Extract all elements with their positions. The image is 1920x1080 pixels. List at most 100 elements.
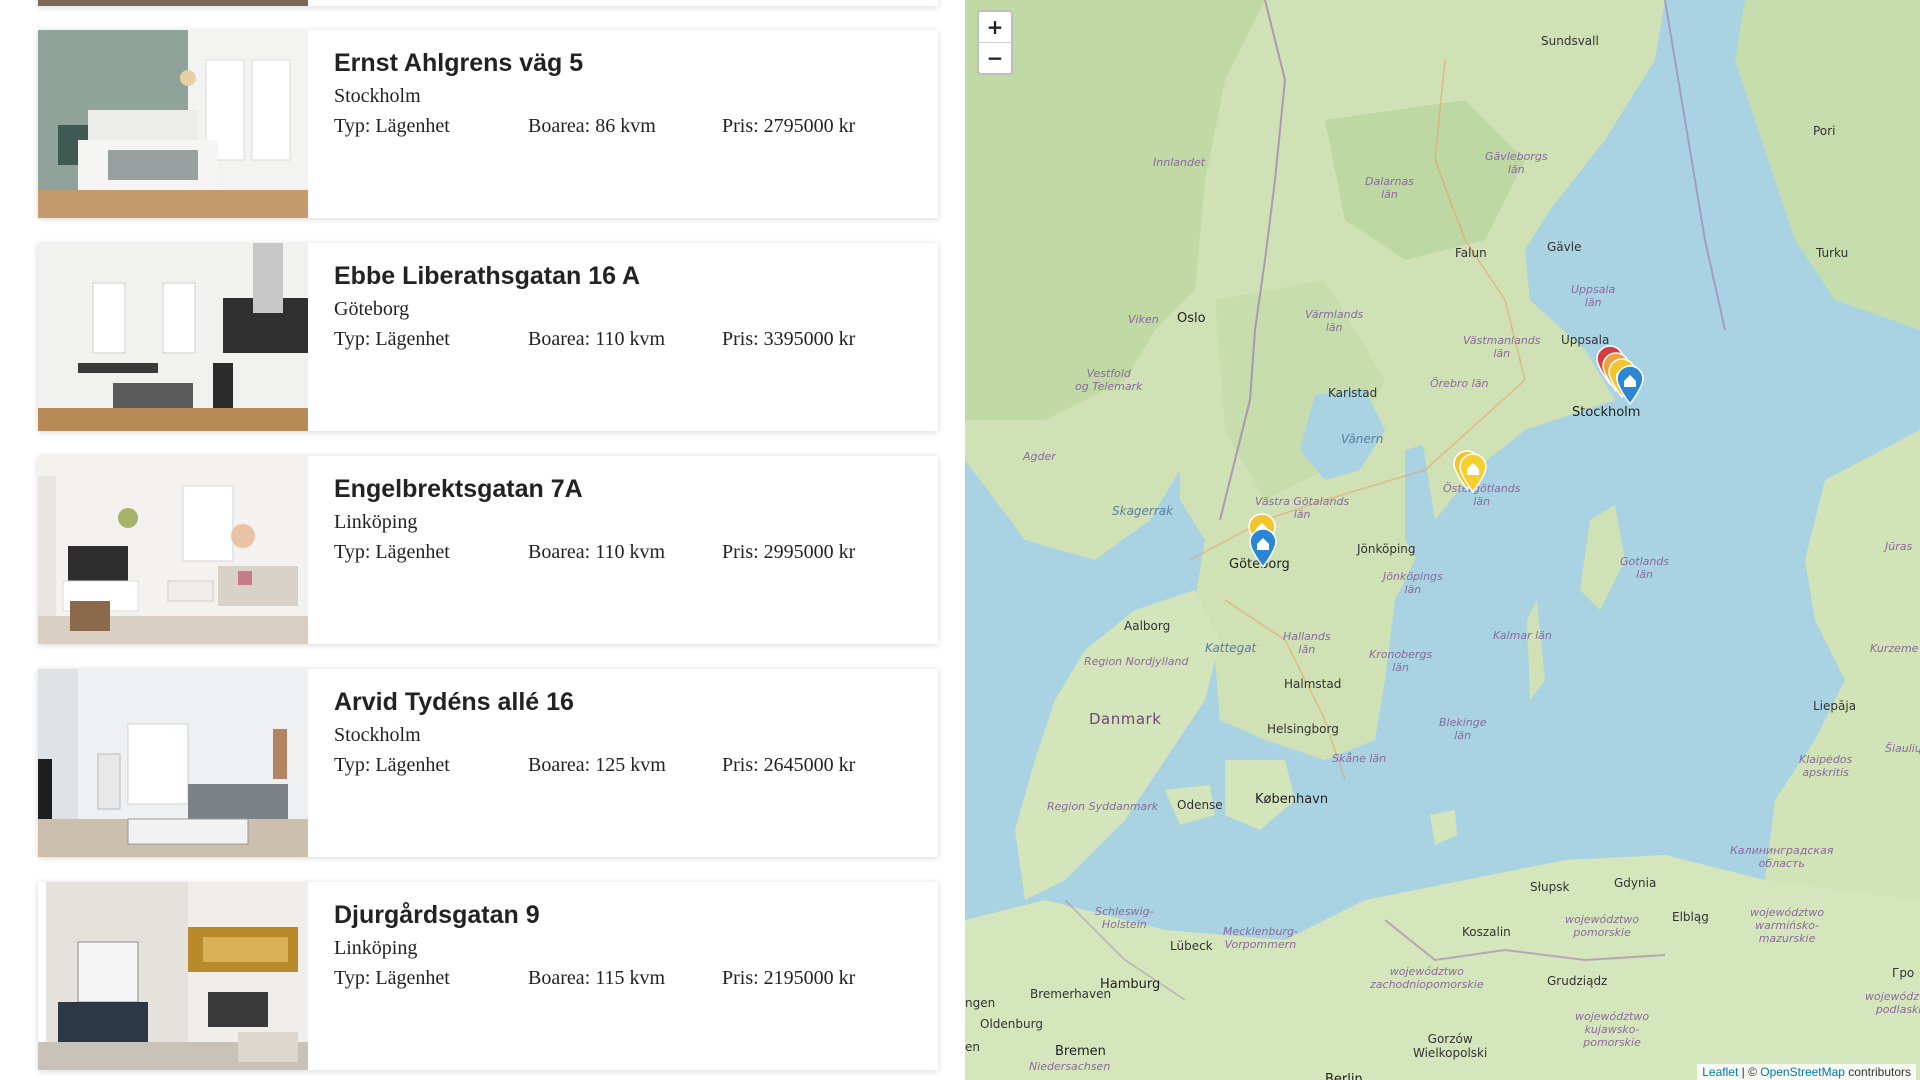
listing-area: Boarea: 110 kvm	[528, 328, 666, 350]
map-label: Kurzeme	[1870, 642, 1919, 655]
map-label: Västmanlands län	[1463, 334, 1541, 360]
map-label: Liepāja	[1813, 699, 1857, 713]
home-marker-yellow[interactable]	[1458, 453, 1488, 493]
map-label: Skåne län	[1332, 752, 1387, 765]
map-label: Dalarnas län	[1365, 175, 1414, 201]
listing-type: Typ: Lägenhet	[334, 115, 450, 137]
map-label: Innlandet	[1153, 156, 1206, 169]
map-label: Jūras	[1885, 540, 1913, 553]
listing-card[interactable]: Arvid Tydéns allé 16 Stockholm Typ: Läge…	[38, 669, 938, 857]
listing-city: Göteborg	[334, 298, 410, 320]
map-label: Kalmar län	[1493, 629, 1552, 642]
map-label: Turku	[1816, 246, 1849, 260]
map-label: Pori	[1813, 124, 1836, 138]
listing-area: Boarea: 115 kvm	[528, 967, 666, 989]
listing-card[interactable]: Ernst Ahlgrens väg 5 Stockholm Typ: Läge…	[38, 30, 938, 218]
map-label: Värmlands län	[1305, 308, 1364, 334]
listing-title[interactable]: Arvid Tydéns allé 16	[334, 687, 918, 717]
listing-title[interactable]: Engelbrektsgatan 7A	[334, 474, 918, 504]
map-label: Šiaulių	[1885, 742, 1920, 755]
listing-price: Pris: 2995000 kr	[722, 541, 856, 563]
map-label: Aalborg	[1124, 619, 1171, 633]
map-label: Skagerrak	[1112, 504, 1174, 518]
map-label: Гро	[1892, 966, 1915, 980]
zoom-control: + −	[977, 10, 1013, 75]
map-label: Gävleborgs län	[1485, 150, 1548, 176]
listing-photo	[38, 243, 308, 431]
map-label: Uppsala län	[1571, 283, 1616, 309]
map-label: Viken	[1128, 313, 1159, 326]
map-label: Hallands län	[1283, 630, 1331, 656]
map-label: en	[965, 1040, 980, 1054]
map-label: Oslo	[1177, 311, 1206, 326]
map-label: Region Nordjylland	[1084, 655, 1189, 668]
listing-type: Typ: Lägenhet	[334, 754, 450, 776]
listing-city: Stockholm	[334, 85, 421, 107]
map-label: Sundsvall	[1541, 34, 1599, 48]
map-label: Grudziądz	[1547, 974, 1608, 988]
map-label: województwo podlaskie	[1865, 990, 1920, 1016]
zoom-in-button[interactable]: +	[979, 12, 1011, 42]
listing-photo	[38, 0, 308, 6]
map-label: Kattegat	[1205, 641, 1257, 655]
map-label: Helsingborg	[1267, 722, 1339, 736]
listing-area: Boarea: 125 kvm	[528, 754, 666, 776]
map-label: Mecklenburg- Vorpommern	[1223, 925, 1298, 951]
listing-photo	[38, 456, 308, 644]
listing-photo	[38, 30, 308, 218]
map-label: Kronobergs län	[1369, 648, 1433, 674]
listing-photo	[38, 669, 308, 857]
map-label: Odense	[1177, 798, 1223, 812]
map-label: Oldenburg	[980, 1017, 1043, 1031]
map-label: Danmark	[1089, 710, 1162, 728]
osm-link[interactable]: OpenStreetMap	[1760, 1065, 1845, 1079]
home-marker-blue[interactable]	[1248, 528, 1278, 568]
listing-card-partial[interactable]	[38, 0, 938, 6]
map-label: Gorzów Wielkopolski	[1413, 1032, 1488, 1060]
map-label: Elbląg	[1672, 910, 1709, 924]
home-marker-blue[interactable]	[1615, 365, 1645, 405]
listing-area: Boarea: 110 kvm	[528, 541, 666, 563]
map-label: Słupsk	[1530, 880, 1570, 894]
map-label: Agder	[1023, 450, 1056, 463]
map-label: Vänern	[1341, 432, 1384, 446]
listing-panel: Ernst Ahlgrens väg 5 Stockholm Typ: Läge…	[0, 0, 965, 1080]
map-label: Blekinge län	[1439, 716, 1487, 742]
map-label: Falun	[1455, 246, 1487, 260]
map-label: Vestfold og Telemark	[1075, 367, 1143, 393]
listing-price: Pris: 2645000 kr	[722, 754, 856, 776]
map-attribution: Leaflet | © OpenStreetMap contributors	[1697, 1064, 1916, 1080]
listing-title[interactable]: Djurgårdsgatan 9	[334, 900, 918, 930]
map-label: Gävle	[1547, 240, 1582, 254]
leaflet-link[interactable]: Leaflet	[1702, 1065, 1738, 1079]
listing-type: Typ: Lägenhet	[334, 541, 450, 563]
listing-type: Typ: Lägenhet	[334, 967, 450, 989]
listing-photo	[38, 882, 308, 1070]
map-label: województwo zachodniopomorskie	[1370, 965, 1484, 991]
listing-city: Stockholm	[334, 724, 421, 746]
map-label: Region Syddanmark	[1047, 800, 1159, 813]
map-view[interactable]: + − Sundsvall Pori Turku Gävleborgs län …	[965, 0, 1920, 1080]
map-label: Bremerhaven	[1030, 987, 1112, 1001]
map-label: Gdynia	[1614, 876, 1657, 890]
listing-price: Pris: 3395000 kr	[722, 328, 856, 350]
map-label: Schleswig- Holstein	[1095, 905, 1154, 931]
map-label: województwo pomorskie	[1565, 913, 1640, 939]
listing-area: Boarea: 86 kvm	[528, 115, 656, 137]
map-label: Klaipėdos apskritis	[1799, 753, 1853, 779]
map-label: Berlin	[1325, 1072, 1363, 1080]
map-label: Gotlands län	[1620, 555, 1670, 581]
zoom-out-button[interactable]: −	[979, 42, 1011, 73]
listing-card[interactable]: Engelbrektsgatan 7A Linköping Typ: Lägen…	[38, 456, 938, 644]
listing-card[interactable]: Djurgårdsgatan 9 Linköping Typ: Lägenhet…	[38, 882, 938, 1070]
map-label: ngen	[965, 996, 996, 1010]
map-label: Калининградская область	[1730, 844, 1834, 870]
listing-city: Linköping	[334, 511, 418, 533]
listing-card[interactable]: Ebbe Liberathsgatan 16 A Göteborg Typ: L…	[38, 243, 938, 431]
listing-title[interactable]: Ebbe Liberathsgatan 16 A	[334, 261, 918, 291]
map-label: København	[1255, 792, 1329, 807]
listing-type: Typ: Lägenhet	[334, 328, 450, 350]
map-label: Karlstad	[1328, 386, 1378, 400]
listing-title[interactable]: Ernst Ahlgrens väg 5	[334, 48, 918, 78]
map-label: Halmstad	[1284, 677, 1342, 691]
